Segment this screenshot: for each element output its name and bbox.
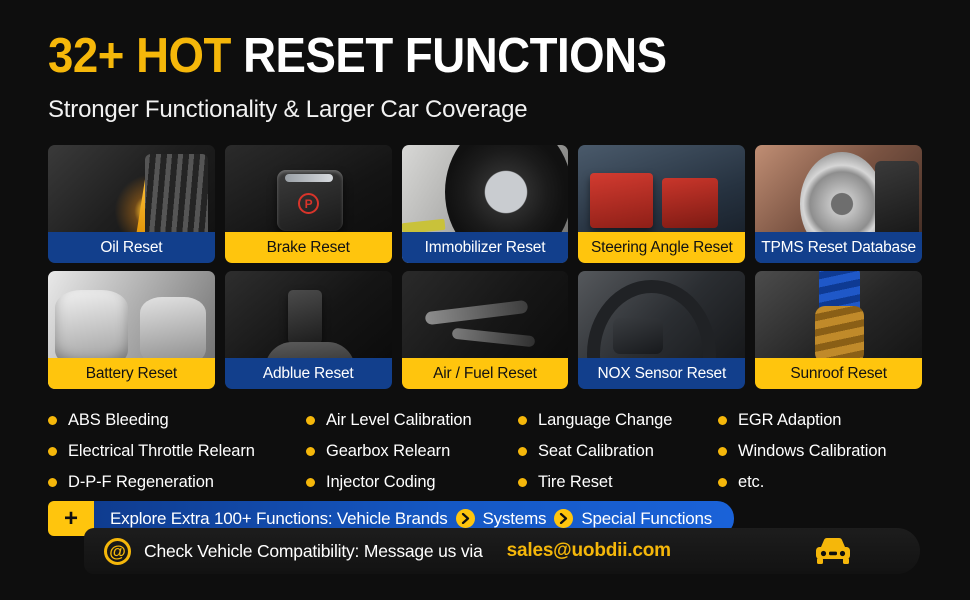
bullet-dot-icon — [48, 477, 57, 487]
function-card[interactable]: Oil Reset — [48, 144, 215, 263]
function-card-grid: Oil Reset P Brake Reset Immobilizer Reset St… — [48, 144, 922, 389]
function-card[interactable]: Battery Reset — [48, 270, 215, 389]
parking-brake-icon: P — [298, 193, 320, 215]
bullet-dot-icon — [306, 446, 315, 456]
function-card[interactable]: TPMS Reset Database — [755, 144, 922, 263]
card-label: Brake Reset — [224, 231, 392, 263]
car-icon — [810, 536, 856, 571]
list-item: ABS Bleeding — [48, 411, 306, 430]
bullet-dot-icon — [518, 446, 527, 456]
bullet-column: EGR Adaption Windows Calibration etc. — [718, 411, 934, 492]
function-card[interactable]: Steering Angle Reset — [578, 144, 746, 263]
explore-step-special-functions: Special Functions — [581, 508, 713, 528]
card-label: Immobilizer Reset — [401, 231, 569, 263]
list-item: etc. — [718, 473, 934, 492]
card-label: Air / Fuel Reset — [401, 357, 569, 389]
headline-rest: RESET FUNCTIONS — [243, 29, 667, 83]
bullet-dot-icon — [306, 415, 315, 425]
card-label: Steering Angle Reset — [578, 231, 746, 263]
function-card[interactable]: NOX Sensor Reset — [578, 270, 746, 389]
list-item-label: D-P-F Regeneration — [68, 472, 214, 491]
card-label: Oil Reset — [48, 231, 215, 263]
function-card[interactable]: Immobilizer Reset — [401, 144, 569, 263]
card-label: TPMS Reset Database — [755, 231, 922, 263]
list-item: Electrical Throttle Relearn — [48, 442, 306, 461]
extra-functions-list: ABS Bleeding Electrical Throttle Relearn D… — [48, 411, 934, 492]
list-item-label: ABS Bleeding — [68, 410, 169, 429]
card-label: Adblue Reset — [224, 357, 392, 389]
subheadline: Stronger Functionality & Larger Car Cove… — [48, 95, 528, 123]
contact-bar: @ Check Vehicle Compatibility: Message u… — [84, 528, 920, 574]
list-item: Injector Coding — [306, 473, 518, 492]
function-card[interactable]: Adblue Reset — [224, 270, 392, 389]
card-label: Battery Reset — [48, 357, 215, 389]
list-item: Seat Calibration — [518, 442, 718, 461]
bullet-dot-icon — [718, 415, 727, 425]
list-item-label: etc. — [738, 472, 765, 491]
list-item-label: Seat Calibration — [538, 441, 654, 460]
chevron-right-icon — [455, 509, 475, 528]
list-item: D-P-F Regeneration — [48, 473, 306, 492]
contact-message: Check Vehicle Compatibility: Message us … — [144, 540, 483, 561]
contact-email[interactable]: sales@uobdii.com — [507, 540, 671, 562]
bullet-dot-icon — [518, 415, 527, 425]
function-card[interactable]: Sunroof Reset — [755, 270, 922, 389]
explore-step-systems: Systems — [482, 508, 547, 528]
explore-intro-text: Explore Extra 100+ Functions: Vehicle Br… — [110, 508, 448, 528]
list-item-label: Windows Calibration — [738, 441, 887, 460]
list-item-label: Injector Coding — [326, 472, 436, 491]
bullet-dot-icon — [306, 477, 315, 487]
list-item: Tire Reset — [518, 473, 718, 492]
at-icon: @ — [104, 537, 131, 565]
chevron-right-icon-2 — [554, 509, 574, 528]
bullet-column: Air Level Calibration Gearbox Relearn Inje… — [306, 411, 518, 492]
bullet-dot-icon — [718, 477, 727, 487]
list-item-label: Language Change — [538, 410, 673, 429]
list-item-label: Gearbox Relearn — [326, 441, 451, 460]
list-item: EGR Adaption — [718, 411, 934, 430]
function-card[interactable]: Air / Fuel Reset — [401, 270, 569, 389]
bullet-column: Language Change Seat Calibration Tire Rese… — [518, 411, 718, 492]
page-title: 32+ HOT RESET FUNCTIONS — [48, 29, 905, 83]
list-item: Language Change — [518, 411, 718, 430]
list-item-label: Tire Reset — [538, 472, 613, 491]
bullet-dot-icon — [718, 446, 727, 456]
card-label: Sunroof Reset — [755, 357, 922, 389]
function-card[interactable]: P Brake Reset — [224, 144, 392, 263]
bullet-column: ABS Bleeding Electrical Throttle Relearn D… — [48, 411, 306, 492]
list-item: Windows Calibration — [718, 442, 934, 461]
card-label: NOX Sensor Reset — [578, 357, 746, 389]
list-item: Air Level Calibration — [306, 411, 518, 430]
headline-highlight: 32+ HOT — [48, 29, 231, 83]
list-item-label: EGR Adaption — [738, 410, 842, 429]
banner-header: 32+ HOT RESET FUNCTIONS Stronger Functio… — [0, 0, 970, 124]
list-item: Gearbox Relearn — [306, 442, 518, 461]
bullet-dot-icon — [48, 446, 57, 456]
bullet-dot-icon — [518, 477, 527, 487]
list-item-label: Air Level Calibration — [326, 410, 472, 429]
list-item-label: Electrical Throttle Relearn — [68, 441, 255, 460]
bullet-dot-icon — [48, 415, 57, 425]
